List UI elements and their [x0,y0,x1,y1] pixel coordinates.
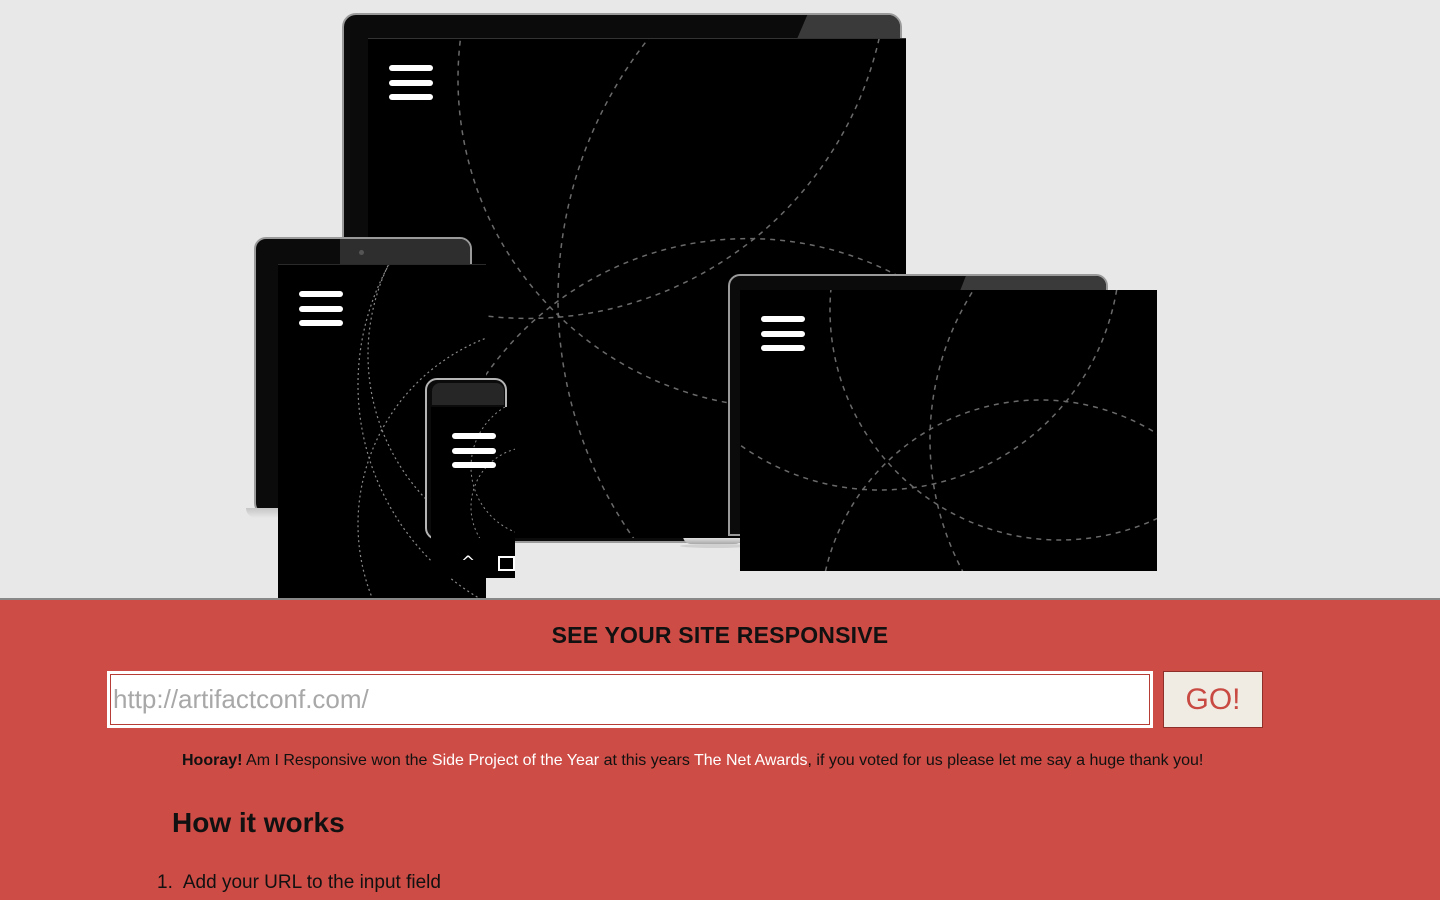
step-number: 1. [157,872,173,893]
tablet-camera [359,250,364,255]
phone-screen[interactable] [431,407,515,540]
how-it-works-heading: How it works [172,807,345,838]
url-input[interactable] [107,671,1153,728]
url-panel: SEE YOUR SITE RESPONSIVE GO! Hooray! Am … [0,598,1440,900]
side-project-link[interactable]: Side Project of the Year [432,752,599,769]
steps-list: 1. Add your URL to the input field [157,872,441,894]
device-preview-area: ^ [0,0,1440,600]
net-awards-link[interactable]: The Net Awards [694,752,808,769]
laptop-screen[interactable] [740,290,1157,571]
notice-lead: Hooray! [182,752,243,769]
hamburger-menu-icon[interactable] [452,433,496,468]
laptop-glare [960,276,1106,291]
hamburger-menu-icon[interactable] [389,65,433,100]
hamburger-menu-icon[interactable] [761,316,805,351]
notice-text-1: Am I Responsive won the [242,752,432,769]
go-button[interactable]: GO! [1163,671,1263,728]
square-icon[interactable] [498,556,515,571]
step-text: Add your URL to the input field [182,872,441,893]
notice-text-2: at this years [599,752,694,769]
award-notice: Hooray! Am I Responsive won the Side Pro… [182,752,1203,770]
panel-heading: SEE YOUR SITE RESPONSIVE [551,622,889,648]
desktop-glare [797,15,900,39]
list-item: 1. Add your URL to the input field [157,872,441,894]
phone-pattern [470,407,515,540]
hamburger-menu-icon[interactable] [299,291,343,326]
chevron-up-icon[interactable]: ^ [461,555,475,572]
notice-text-3: , if you voted for us please let me say … [807,752,1204,769]
phone-glare [432,383,504,405]
